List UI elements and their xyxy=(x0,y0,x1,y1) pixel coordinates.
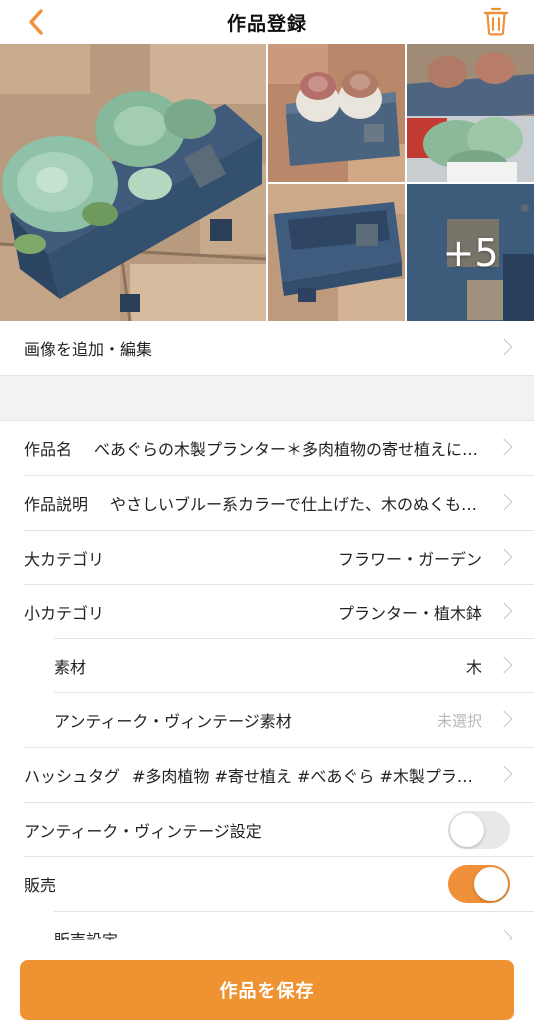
photo-main[interactable] xyxy=(0,44,266,321)
sale-row: 販売 xyxy=(0,857,534,911)
hashtags-label: ハッシュタグ xyxy=(24,767,121,786)
chevron-right-icon xyxy=(495,438,513,456)
chevron-right-icon xyxy=(495,602,513,620)
major-category-value: フラワー・ガーデン xyxy=(337,550,482,569)
minor-category-row[interactable]: 小カテゴリ プランター・植木鉢 xyxy=(0,585,534,639)
add-images-row[interactable]: 画像を追加・編集 xyxy=(0,321,534,375)
description-row[interactable]: 作品説明 やさしいブルー系カラーで仕上げた、木のぬくもりあふれるプランターです xyxy=(0,476,534,530)
delete-button[interactable] xyxy=(480,4,512,38)
title-row[interactable]: 作品名 べあぐらの木製プランター＊多肉植物の寄せ植えに最適 xyxy=(0,421,534,475)
description-value: やさしいブルー系カラーで仕上げた、木のぬくもりあふれるプランターです xyxy=(110,495,484,514)
antique-setting-row: アンティーク・ヴィンテージ設定 xyxy=(0,803,534,857)
antique-setting-toggle[interactable] xyxy=(448,811,510,849)
chevron-left-icon xyxy=(29,9,43,35)
hashtags-row[interactable]: ハッシュタグ #多肉植物 #寄せ植え #べあぐら #木製プランター xyxy=(0,748,534,802)
title-value: べあぐらの木製プランター＊多肉植物の寄せ植えに最適 xyxy=(94,440,484,459)
app-screen: 作品登録 +5 画像を追加・編集 作品名 べあぐらの木製プランター＊多肉植物の寄… xyxy=(0,0,534,1024)
photo-thumb-1[interactable] xyxy=(268,44,405,182)
major-category-row[interactable]: 大カテゴリ フラワー・ガーデン xyxy=(0,531,534,585)
photo-thumb-2[interactable] xyxy=(407,44,534,182)
major-category-label: 大カテゴリ xyxy=(24,550,105,569)
toggle-knob xyxy=(450,813,484,847)
section-gap xyxy=(0,376,534,420)
back-button[interactable] xyxy=(20,6,52,38)
material-label: 素材 xyxy=(54,658,87,677)
material-value: 木 xyxy=(465,658,482,677)
nav-header: 作品登録 xyxy=(0,0,534,44)
empty-planter-photo xyxy=(268,184,405,321)
photo-thumb-more[interactable]: +5 xyxy=(407,184,534,321)
antique-material-value: 未選択 xyxy=(436,711,482,730)
toggle-knob xyxy=(474,867,508,901)
more-photos-count: +5 xyxy=(407,184,534,321)
chevron-right-icon xyxy=(495,338,513,356)
antique-material-row[interactable]: アンティーク・ヴィンテージ素材 未選択 xyxy=(0,693,534,747)
planter-two-pots-photo xyxy=(268,44,405,182)
sale-toggle[interactable] xyxy=(448,865,510,903)
chevron-right-icon xyxy=(495,656,513,674)
trash-icon xyxy=(483,7,509,36)
hashtags-value: #多肉植物 #寄せ植え #べあぐら #木製プランター xyxy=(132,767,484,786)
chevron-right-icon xyxy=(495,493,513,511)
description-label: 作品説明 xyxy=(24,495,89,514)
minor-category-value: プランター・植木鉢 xyxy=(337,604,482,623)
photo-thumb-3[interactable] xyxy=(268,184,405,321)
chevron-right-icon xyxy=(495,548,513,566)
photo-grid: +5 xyxy=(0,44,534,321)
sale-label: 販売 xyxy=(24,876,57,895)
planter-car-photo xyxy=(407,44,534,182)
add-images-label: 画像を追加・編集 xyxy=(24,340,153,359)
chevron-right-icon xyxy=(495,710,513,728)
save-button[interactable]: 作品を保存 xyxy=(20,960,514,1020)
title-label: 作品名 xyxy=(24,440,73,459)
material-row[interactable]: 素材 木 xyxy=(0,639,534,693)
chevron-right-icon xyxy=(495,765,513,783)
bottom-bar: 作品を保存 xyxy=(0,940,534,1024)
antique-setting-label: アンティーク・ヴィンテージ設定 xyxy=(24,822,262,841)
minor-category-label: 小カテゴリ xyxy=(24,604,105,623)
succulent-planter-photo xyxy=(0,44,266,321)
page-title: 作品登録 xyxy=(226,12,307,35)
antique-material-label: アンティーク・ヴィンテージ素材 xyxy=(54,712,292,731)
